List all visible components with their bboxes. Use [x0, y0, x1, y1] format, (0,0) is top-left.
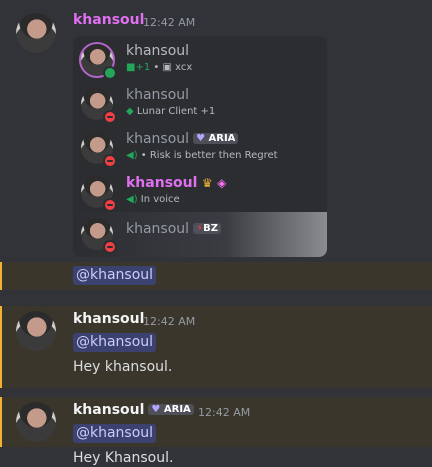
user-mention[interactable]: @khansoul: [73, 266, 157, 285]
popup-row[interactable]: khansoul ■+1 • ▣ xcx: [73, 36, 327, 80]
popup-sub: ◆ Lunar Client +1: [126, 106, 215, 117]
popup-name: khansoul ♥ ARIA: [126, 131, 239, 147]
user-popup: khansoul ■+1 • ▣ xcx khansoul ◆ Lunar Cl…: [73, 36, 327, 257]
avatar[interactable]: [16, 13, 56, 53]
timestamp: 12:42 AM: [143, 315, 196, 328]
activity: In voice: [140, 194, 180, 205]
message-highlight: [0, 306, 432, 388]
popup-row[interactable]: khansoul ◆ Lunar Client +1: [73, 80, 327, 124]
name-text: khansoul: [126, 221, 190, 237]
username[interactable]: khansoul: [73, 311, 144, 327]
message-highlight: [0, 397, 432, 447]
username-text: khansoul: [73, 402, 145, 418]
game-icon: ▣: [162, 62, 172, 73]
popup-name: khansoul: [126, 43, 190, 59]
tag-text: BZ: [203, 223, 218, 234]
tag-text: ARIA: [163, 404, 191, 415]
avatar[interactable]: [16, 402, 56, 442]
popup-row[interactable]: khansoul ⚡BZ: [73, 212, 327, 257]
server-tag: ⚡BZ: [193, 223, 221, 234]
popup-sub: ■+1 • ▣ xcx: [126, 62, 192, 73]
status-online-icon: [103, 66, 117, 80]
voice-icon: ◀): [126, 150, 138, 161]
username[interactable]: khansoul ♥ ARIA: [73, 402, 194, 418]
popup-name: khansoul ⚡BZ: [126, 221, 221, 237]
crown-icon: ♛: [201, 176, 213, 190]
popup-row[interactable]: khansoul ♛ ◈ ◀) In voice: [73, 168, 327, 212]
activity: Lunar Client +1: [136, 106, 216, 117]
gamepad-icon: ◆: [126, 106, 134, 117]
voice-icon: ◀): [126, 194, 138, 205]
server-tag: ♥ ARIA: [148, 404, 194, 415]
user-mention[interactable]: @khansoul: [73, 424, 157, 443]
timestamp: 12:42 AM: [143, 16, 196, 29]
activity: • Risk is better then Regret: [140, 150, 278, 161]
status-dnd-icon: [103, 240, 117, 254]
username[interactable]: khansoul: [73, 12, 144, 28]
separator: •: [153, 62, 160, 73]
popup-name: khansoul: [126, 87, 190, 103]
message-text: Hey khansoul.: [73, 359, 173, 375]
status-dnd-icon: [103, 198, 117, 212]
popup-sub: ◀) • Risk is better then Regret: [126, 150, 278, 161]
status-dnd-icon: [103, 154, 117, 168]
boost-icon: ◈: [217, 176, 227, 190]
status-dnd-icon: [103, 110, 117, 124]
server-tag: ♥ ARIA: [193, 133, 239, 144]
heart-icon: ♥: [151, 404, 161, 415]
timestamp: 12:42 AM: [198, 406, 251, 419]
avatar[interactable]: [16, 311, 56, 351]
popup-row[interactable]: khansoul ♥ ARIA ◀) • Risk is better then …: [73, 124, 327, 168]
name-text: khansoul: [126, 175, 198, 191]
user-mention[interactable]: @khansoul: [73, 333, 157, 352]
activity: xcx: [175, 62, 193, 73]
count: +1: [135, 62, 151, 73]
message-highlight: [0, 262, 432, 290]
heart-icon: ♥: [196, 133, 206, 144]
popup-sub: ◀) In voice: [126, 194, 180, 205]
popup-name: khansoul ♛ ◈: [126, 175, 226, 191]
message-text: Hey Khansoul.: [73, 450, 174, 466]
name-text: khansoul: [126, 131, 190, 147]
tag-text: ARIA: [208, 133, 236, 144]
